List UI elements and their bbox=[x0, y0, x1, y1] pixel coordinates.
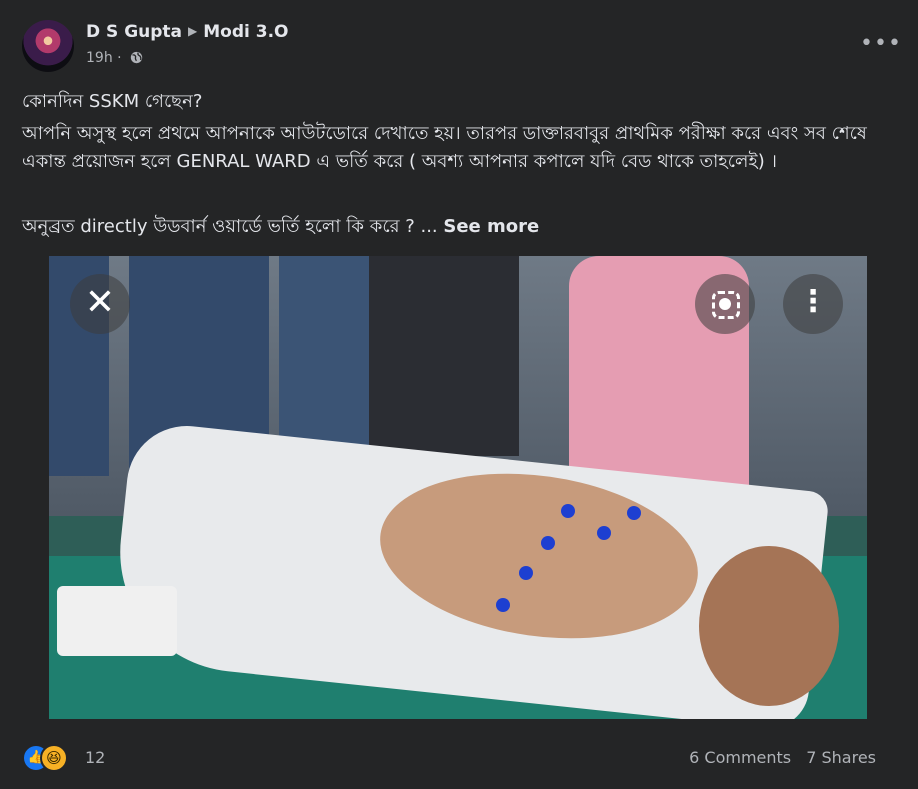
group-name[interactable]: Modi 3.O bbox=[203, 22, 288, 42]
photo-electrode bbox=[561, 504, 575, 518]
photo-ecg-machine bbox=[57, 586, 177, 656]
close-icon[interactable]: ✕ bbox=[70, 274, 130, 334]
avatar[interactable] bbox=[22, 20, 74, 72]
post-text-paragraph-3: অনুব্রত directly উডবার্ন ওয়ার্ডে ভর্তি … bbox=[22, 213, 892, 241]
see-more-link[interactable]: See more bbox=[443, 216, 539, 237]
post-photo[interactable]: ✕ ⋮ bbox=[49, 256, 867, 719]
haha-icon: 😆 bbox=[40, 744, 68, 772]
lens-dot bbox=[719, 298, 731, 310]
more-vertical-icon[interactable]: ⋮ bbox=[783, 274, 843, 334]
photo-electrode bbox=[541, 536, 555, 550]
post-time[interactable]: 19h bbox=[86, 50, 113, 66]
reactions[interactable]: 👍 😆 bbox=[22, 744, 70, 772]
photo-electrode bbox=[519, 566, 533, 580]
post-stats: 6 Comments 7 Shares bbox=[679, 748, 876, 767]
photo-person bbox=[369, 256, 519, 456]
arrow-right-icon: ▶ bbox=[188, 24, 198, 38]
post-card: D S Gupta ▶ Modi 3.O 19h · ••• কোনদিন SSKM… bbox=[0, 0, 918, 789]
post-header: D S Gupta ▶ Modi 3.O 19h · ••• bbox=[22, 18, 901, 74]
more-horizontal-icon[interactable]: ••• bbox=[860, 30, 901, 58]
author-name[interactable]: D S Gupta bbox=[86, 22, 182, 42]
post-footer: 👍 😆 12 6 Comments 7 Shares bbox=[22, 742, 898, 778]
shares-count[interactable]: 7 Shares bbox=[806, 748, 876, 767]
post-text-line-1: কোনদিন SSKM গেছেন? bbox=[22, 91, 203, 112]
meta-separator: · bbox=[117, 50, 122, 66]
lens-icon[interactable] bbox=[695, 274, 755, 334]
photo-electrode bbox=[597, 526, 611, 540]
globe-icon bbox=[130, 51, 143, 64]
photo-electrode bbox=[496, 598, 510, 612]
reaction-count[interactable]: 12 bbox=[85, 748, 105, 767]
photo-electrode bbox=[627, 506, 641, 520]
post-text-truncated: অনুব্রত directly উডবার্ন ওয়ার্ডে ভর্তি … bbox=[22, 216, 438, 237]
photo-patient-head bbox=[699, 546, 839, 706]
post-meta: 19h · bbox=[86, 50, 143, 66]
comments-count[interactable]: 6 Comments bbox=[689, 748, 791, 767]
post-text-paragraph-2: আপনি অসুস্থ হলে প্রথমে আপনাকে আউটডোরে দে… bbox=[22, 123, 867, 172]
author-line: D S Gupta ▶ Modi 3.O bbox=[86, 22, 289, 42]
